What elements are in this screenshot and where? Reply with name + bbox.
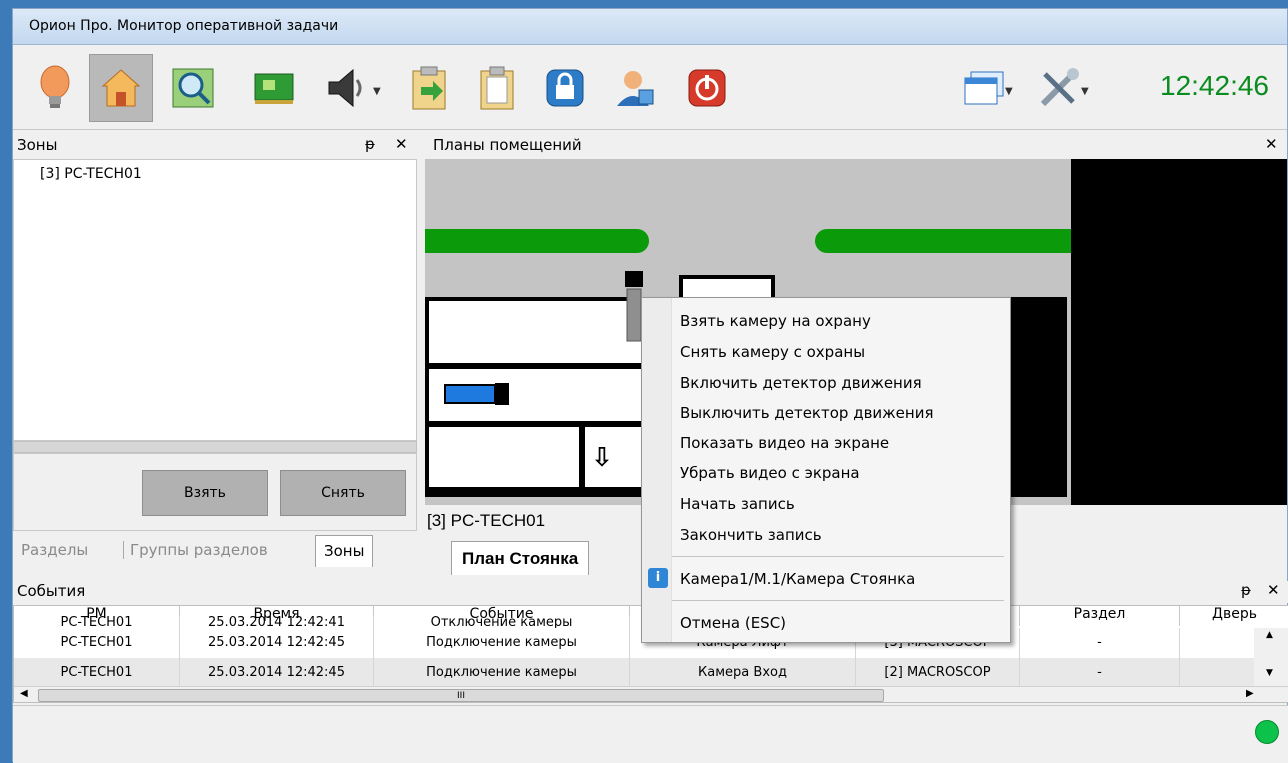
menu-item-cancel[interactable]: Отмена (ESC) <box>680 614 786 632</box>
menu-separator <box>672 556 1004 557</box>
pin-icon[interactable]: ᵽ <box>365 135 375 153</box>
close-icon[interactable]: ✕ <box>1267 581 1280 599</box>
menu-item-arm-camera[interactable]: Взять камеру на охрану <box>680 312 871 330</box>
zones-actions: Взять Снять <box>13 453 417 531</box>
home-icon[interactable] <box>89 54 153 122</box>
remove-button[interactable]: Снять <box>280 470 406 516</box>
menu-item-hide-video[interactable]: Убрать видео с экрана <box>680 464 860 482</box>
windows-dropdown-arrow-icon[interactable]: ▼ <box>1005 86 1013 97</box>
clock: 12:42:46 <box>1160 70 1269 101</box>
plan-room <box>429 301 651 363</box>
title-bar[interactable]: Орион Про. Монитор оперативной задачи <box>13 9 1287 45</box>
scroll-right-icon[interactable]: ▶ <box>1246 688 1254 699</box>
pin-icon[interactable]: ᵽ <box>1241 581 1251 599</box>
plans-panel-title: Планы помещений <box>433 136 582 154</box>
table-row[interactable]: PC-TECH01 25.03.2014 12:42:45 Подключени… <box>14 658 1254 688</box>
down-arrow-icon: ⇩ <box>591 443 613 473</box>
table-cell: - <box>1020 658 1180 688</box>
tab-plan-parking[interactable]: План Стоянка <box>451 541 590 575</box>
menu-gutter <box>642 298 672 642</box>
table-cell: 25.03.2014 12:42:45 <box>180 628 374 658</box>
scroll-up-icon[interactable]: ▲ <box>1266 630 1273 640</box>
table-cell: - <box>1020 628 1180 658</box>
map-search-icon[interactable] <box>161 54 225 122</box>
status-indicator <box>1255 720 1279 744</box>
tree-item-zone[interactable]: [3] PC-TECH01 <box>40 166 142 182</box>
scroll-down-icon[interactable]: ▼ <box>1266 668 1273 678</box>
table-row[interactable]: PC-TECH01 25.03.2014 12:42:45 Подключени… <box>14 628 1254 658</box>
table-cell: Подключение камеры <box>374 658 630 688</box>
main-window: Орион Про. Монитор оперативной задачи ▼ <box>12 8 1288 763</box>
toolbar: ▼ ▼ ▼ 12:42:46 <box>13 46 1287 130</box>
tools-dropdown-arrow-icon[interactable]: ▼ <box>1081 86 1089 97</box>
take-button[interactable]: Взять <box>142 470 268 516</box>
plans-panel-header: Планы помещений ✕ <box>425 135 1287 157</box>
table-cell: Камера Вход <box>630 658 856 688</box>
menu-item-stop-recording[interactable]: Закончить запись <box>680 526 822 544</box>
window-title: Орион Про. Монитор оперативной задачи <box>29 18 339 34</box>
menu-item-disable-motion[interactable]: Выключить детектор движения <box>680 404 933 422</box>
lamp-icon[interactable] <box>23 54 87 122</box>
scroll-left-icon[interactable]: ◀ <box>20 688 28 699</box>
speaker-dropdown-arrow-icon[interactable]: ▼ <box>373 86 381 97</box>
plan-black-area <box>1071 159 1287 505</box>
menu-item-start-recording[interactable]: Начать запись <box>680 495 795 513</box>
close-icon[interactable]: ✕ <box>395 135 408 153</box>
plan-room <box>429 427 579 487</box>
user-icon[interactable] <box>603 54 667 122</box>
table-cell: 25.03.2014 12:42:45 <box>180 658 374 688</box>
speaker-icon[interactable] <box>313 54 377 122</box>
power-icon[interactable] <box>675 54 739 122</box>
scroll-thumb-grip: III <box>457 691 465 701</box>
board-icon[interactable] <box>241 54 305 122</box>
blue-camera-icon[interactable] <box>439 381 519 407</box>
zones-splitter[interactable] <box>13 441 417 453</box>
zones-panel-header: Зоны ᵽ ✕ <box>13 135 417 157</box>
zones-tree[interactable]: [3] PC-TECH01 <box>13 159 417 441</box>
location-label: [3] PC-TECH01 <box>427 511 546 530</box>
tab-zones[interactable]: Зоны <box>315 535 374 567</box>
table-cell: PC-TECH01 <box>14 658 180 688</box>
menu-separator <box>672 600 1004 601</box>
scroll-thumb[interactable]: III <box>38 689 884 702</box>
menu-item-disarm-camera[interactable]: Снять камеру с охраны <box>680 343 865 361</box>
info-icon: i <box>648 568 668 588</box>
plan-green-strip <box>425 229 649 253</box>
menu-item-show-video[interactable]: Показать видео на экране <box>680 434 889 452</box>
lock-icon[interactable] <box>533 54 597 122</box>
horizontal-scrollbar[interactable]: ◀ III ▶ <box>14 686 1288 702</box>
left-tabs: Разделы Группы разделов Зоны <box>13 531 417 579</box>
events-panel-title: События <box>17 582 86 600</box>
table-cell: PC-TECH01 <box>14 628 180 658</box>
context-menu: Взять камеру на охрану Снять камеру с ох… <box>641 297 1011 643</box>
menu-item-camera-info[interactable]: Камера1/М.1/Камера Стоянка <box>680 570 915 588</box>
tab-sections[interactable]: Разделы <box>21 541 88 559</box>
table-cell: [2] MACROSCOP <box>856 658 1020 688</box>
tab-section-groups[interactable]: Группы разделов <box>123 541 268 559</box>
close-icon[interactable]: ✕ <box>1265 135 1278 153</box>
plan-green-strip <box>815 229 1071 253</box>
zones-panel-title: Зоны <box>17 136 58 154</box>
clipboard-icon[interactable] <box>465 54 529 122</box>
menu-item-enable-motion[interactable]: Включить детектор движения <box>680 374 922 392</box>
vertical-scrollbar[interactable]: ▲ ▼ <box>1254 628 1288 688</box>
table-cell: Подключение камеры <box>374 628 630 658</box>
status-bar <box>13 705 1288 763</box>
export-icon[interactable] <box>397 54 461 122</box>
